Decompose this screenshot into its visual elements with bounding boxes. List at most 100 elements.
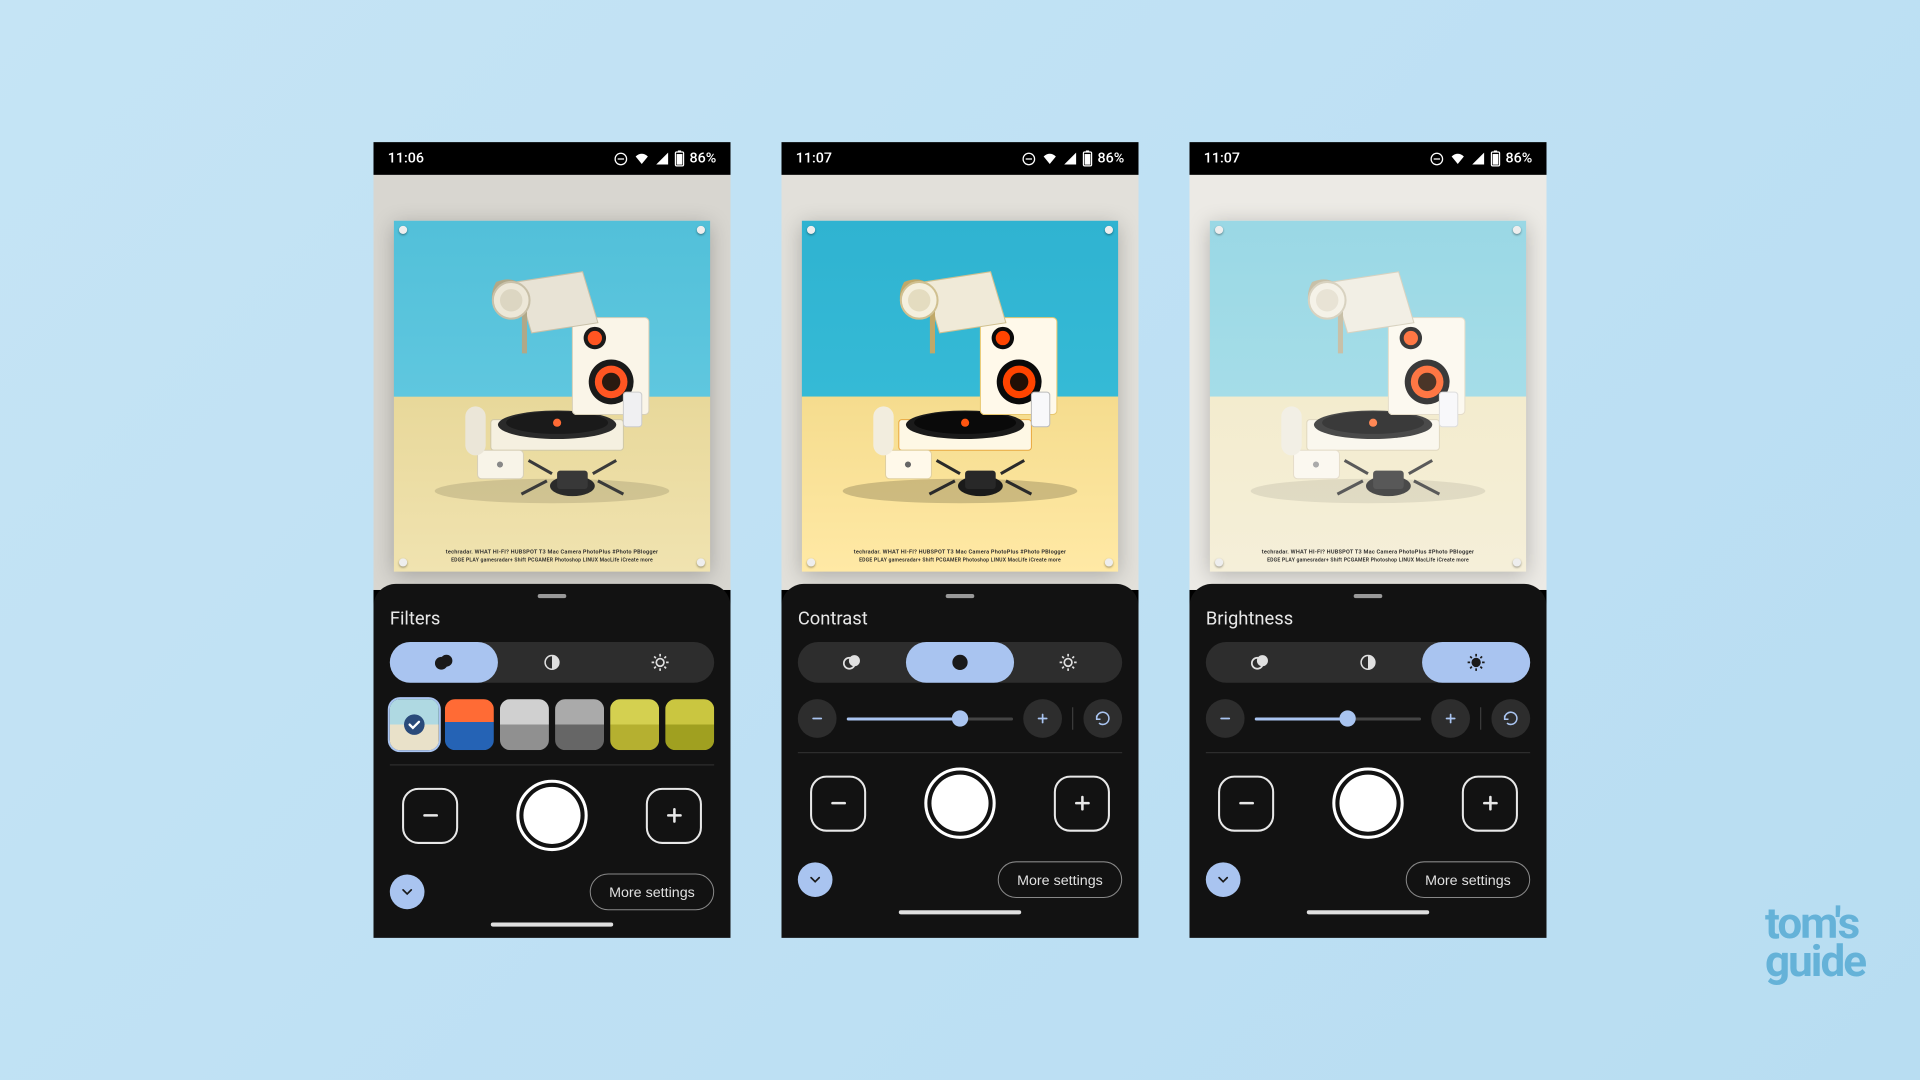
drag-handle[interactable] [1354,594,1383,598]
poster-image: techradar. WHAT HI-FI? HUBSPOT T3 Mac Ca… [1210,221,1526,572]
camera-viewfinder[interactable]: techradar. WHAT HI-FI? HUBSPOT T3 Mac Ca… [782,175,1139,590]
collapse-button[interactable] [1206,862,1241,897]
phone-screenshot-contrast: 11:07 86% [782,142,1139,938]
reset-button[interactable] [1083,699,1122,738]
panel-title: Filters [390,608,714,629]
zoom-in-button[interactable] [1462,775,1518,831]
dnd-icon [613,151,628,166]
filter-thumb-cool[interactable] [445,699,494,750]
plus-icon [1442,710,1458,726]
decrease-button[interactable] [1206,699,1245,738]
tab-filters[interactable] [798,642,906,683]
minus-icon [1217,710,1233,726]
more-settings-button[interactable]: More settings [1406,861,1530,898]
collapse-button[interactable] [798,862,833,897]
reset-icon [1502,709,1520,727]
contrast-icon [543,653,561,671]
status-time: 11:07 [796,150,832,166]
drag-handle[interactable] [946,594,975,598]
zoom-in-button[interactable] [646,787,702,843]
camera-viewfinder[interactable]: techradar. WHAT HI-FI? HUBSPOT T3 Mac Ca… [1190,175,1547,590]
zoom-out-button[interactable] [810,775,866,831]
filter-thumb-yellow1[interactable] [610,699,659,750]
nav-bar[interactable] [491,923,613,927]
filters-icon [1250,652,1270,672]
tab-filters[interactable] [390,642,498,683]
contrast-icon [1359,653,1377,671]
check-icon [403,713,425,735]
shutter-button[interactable] [516,780,587,851]
brightness-icon [1058,652,1078,672]
filter-thumb-yellow2[interactable] [665,699,714,750]
battery-pct: 86% [1097,150,1124,166]
poster-caption: techradar. WHAT HI-FI? HUBSPOT T3 Mac Ca… [802,550,1118,564]
status-bar: 11:06 86% [374,142,731,175]
battery-icon [1490,150,1500,166]
status-bar: 11:07 86% [1190,142,1547,175]
tab-brightness[interactable] [1422,642,1530,683]
filter-thumbnails [390,699,714,750]
shutter-button[interactable] [924,767,995,838]
zoom-out-button[interactable] [1218,775,1274,831]
brightness-icon [1466,652,1486,672]
minus-icon [809,710,825,726]
battery-pct: 86% [1505,150,1532,166]
tab-brightness[interactable] [1014,642,1122,683]
contrast-icon [951,653,969,671]
panel-title: Brightness [1206,608,1530,629]
tab-contrast[interactable] [498,642,606,683]
dnd-icon [1429,151,1444,166]
tab-filters[interactable] [1206,642,1314,683]
dnd-icon [1021,151,1036,166]
chevron-down-icon [399,884,415,900]
filter-thumb-original[interactable] [390,699,439,750]
decrease-button[interactable] [798,699,837,738]
more-settings-button[interactable]: More settings [998,861,1122,898]
brightness-icon [650,652,670,672]
camera-viewfinder[interactable]: techradar. WHAT HI-FI? HUBSPOT T3 Mac Ca… [374,175,731,590]
shutter-row [798,767,1122,838]
zoom-out-button[interactable] [402,787,458,843]
mode-tabs [390,642,714,683]
slider-row [1206,699,1530,738]
increase-button[interactable] [1431,699,1470,738]
reset-button[interactable] [1491,699,1530,738]
nav-bar[interactable] [1307,910,1429,914]
wifi-icon [633,151,649,165]
tab-contrast[interactable] [906,642,1014,683]
slider-row [798,699,1122,738]
tab-contrast[interactable] [1314,642,1422,683]
battery-pct: 86% [689,150,716,166]
status-time: 11:06 [388,150,424,166]
filter-thumb-bw1[interactable] [500,699,549,750]
brightness-slider[interactable] [1255,699,1421,738]
increase-button[interactable] [1023,699,1062,738]
shutter-button[interactable] [1332,767,1403,838]
chevron-down-icon [1215,872,1231,888]
drag-handle[interactable] [538,594,567,598]
zoom-in-button[interactable] [1054,775,1110,831]
contrast-slider[interactable] [847,699,1013,738]
reset-icon [1094,709,1112,727]
plus-icon [1034,710,1050,726]
mode-tabs [1206,642,1530,683]
battery-icon [674,150,684,166]
collapse-button[interactable] [390,875,425,910]
phone-screenshot-filters: 11:06 86% [374,142,731,938]
nav-bar[interactable] [899,910,1021,914]
battery-icon [1082,150,1092,166]
phone-screenshot-brightness: 11:07 86% [1190,142,1547,938]
poster-image: techradar. WHAT HI-FI? HUBSPOT T3 Mac Ca… [802,221,1118,572]
controls-panel: Filters [374,584,731,938]
status-bar: 11:07 86% [782,142,1139,175]
shutter-row [1206,767,1530,838]
more-settings-button[interactable]: More settings [590,874,714,911]
controls-panel: Brightness [1190,584,1547,938]
panel-title: Contrast [798,608,1122,629]
tab-brightness[interactable] [606,642,714,683]
watermark: tom's guide [1765,905,1865,980]
controls-panel: Contrast [782,584,1139,938]
filter-thumb-bw2[interactable] [555,699,604,750]
filters-icon [842,652,862,672]
poster-caption: techradar. WHAT HI-FI? HUBSPOT T3 Mac Ca… [394,550,710,564]
